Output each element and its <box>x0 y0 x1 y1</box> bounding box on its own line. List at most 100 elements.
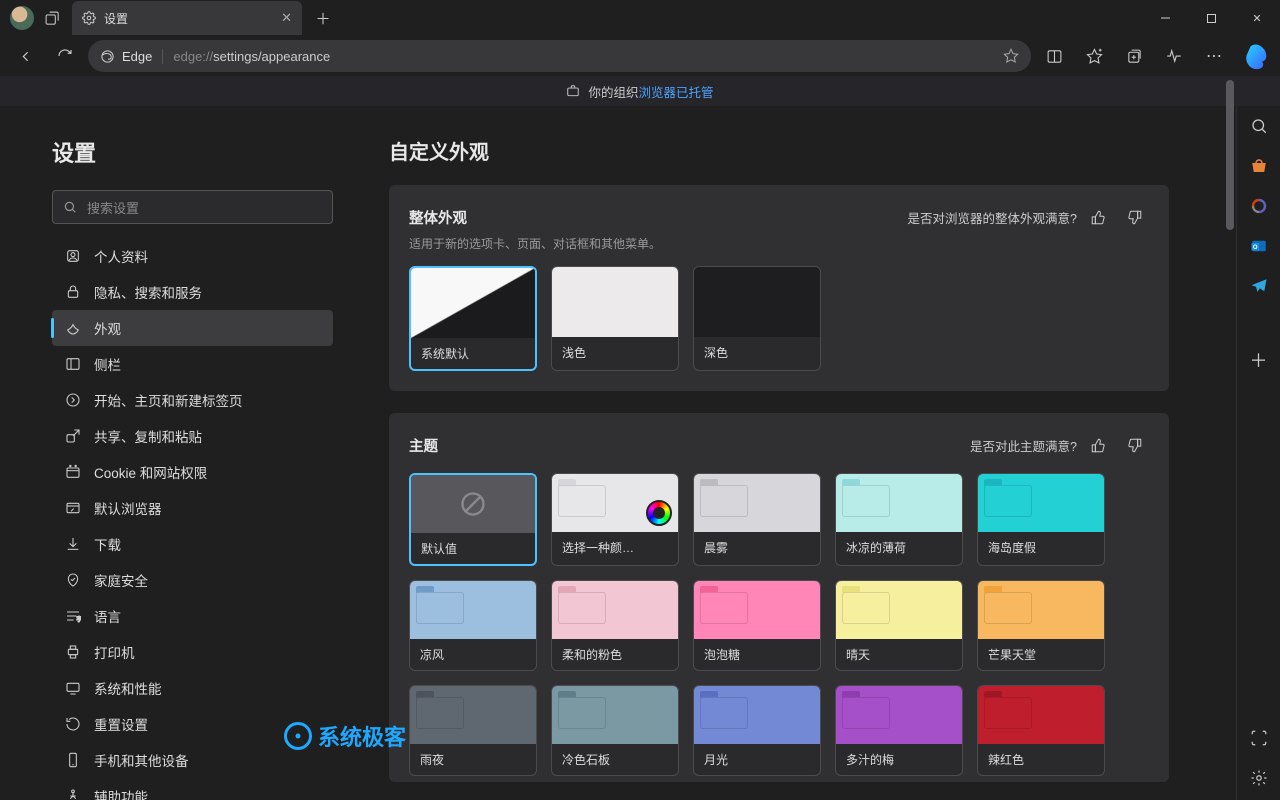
sidebar-title: 设置 <box>52 136 333 168</box>
rail-settings-icon[interactable] <box>1247 766 1271 790</box>
theme-option[interactable]: 多汁的梅 <box>835 685 963 776</box>
theme-option[interactable]: 凉风 <box>409 580 537 671</box>
theme-option[interactable]: 晴天 <box>835 580 963 671</box>
shopping-icon[interactable] <box>1247 154 1271 178</box>
themes-panel: 主题 是否对此主题满意? 默认值选择一种颜…晨雾冰凉的薄荷海岛度假 凉风柔和的粉… <box>389 413 1169 782</box>
search-icon <box>63 200 77 214</box>
favorite-star-icon[interactable] <box>1003 48 1019 64</box>
nav-icon <box>64 499 82 517</box>
nav-icon <box>64 391 82 409</box>
theme-option[interactable]: 默认值 <box>409 473 537 566</box>
profile-avatar[interactable] <box>10 6 34 30</box>
outlook-icon[interactable]: O <box>1247 234 1271 258</box>
tab-close-icon[interactable]: ✕ <box>281 10 292 26</box>
page-title: 自定义外观 <box>389 136 1169 165</box>
minimize-button[interactable] <box>1142 0 1188 36</box>
nav-icon: 字 <box>64 607 82 625</box>
nav-item-11[interactable]: 打印机 <box>52 634 333 670</box>
nav-item-9[interactable]: 家庭安全 <box>52 562 333 598</box>
theme-option[interactable]: 海岛度假 <box>977 473 1105 566</box>
nav-item-8[interactable]: 下载 <box>52 526 333 562</box>
nav-item-6[interactable]: Cookie 和网站权限 <box>52 454 333 490</box>
theme-option[interactable]: 芒果天堂 <box>977 580 1105 671</box>
managed-notice: 你的组织浏览器已托管 <box>0 76 1280 106</box>
nav-item-12[interactable]: 系统和性能 <box>52 670 333 706</box>
theme-option[interactable]: 柔和的粉色 <box>551 580 679 671</box>
new-tab-button[interactable]: ＋ <box>308 3 338 33</box>
thumbs-up-button[interactable] <box>1083 203 1113 231</box>
telegram-icon[interactable] <box>1247 274 1271 298</box>
thumbs-up-button[interactable] <box>1083 431 1113 459</box>
appearance-option[interactable]: 深色 <box>693 266 821 371</box>
theme-option[interactable]: 选择一种颜… <box>551 473 679 566</box>
add-rail-button[interactable]: ＋ <box>1247 348 1271 372</box>
overall-appearance-panel: 整体外观 是否对浏览器的整体外观满意? 适用于新的选项卡、页面、对话框和其他菜单… <box>389 185 1169 391</box>
appearance-option[interactable]: 浅色 <box>551 266 679 371</box>
nav-icon <box>64 355 82 373</box>
office-icon[interactable] <box>1247 194 1271 218</box>
theme-option[interactable]: 泡泡糖 <box>693 580 821 671</box>
nav-icon <box>64 715 82 733</box>
nav-item-3[interactable]: 侧栏 <box>52 346 333 382</box>
thumbs-down-button[interactable] <box>1119 431 1149 459</box>
window-controls: ✕ <box>1142 0 1280 36</box>
briefcase-icon <box>566 84 580 98</box>
collections-icon[interactable] <box>1117 40 1151 72</box>
tab-title: 设置 <box>104 10 128 27</box>
nav-icon <box>64 319 82 337</box>
nav-item-4[interactable]: 开始、主页和新建标签页 <box>52 382 333 418</box>
nav-icon <box>64 643 82 661</box>
search-input[interactable]: 搜索设置 <box>52 190 333 224</box>
address-brand: Edge <box>122 49 152 64</box>
nav-item-5[interactable]: 共享、复制和粘贴 <box>52 418 333 454</box>
theme-option[interactable]: 冷色石板 <box>551 685 679 776</box>
nav-icon <box>64 571 82 589</box>
screenshot-icon[interactable] <box>1247 726 1271 750</box>
color-picker-icon[interactable] <box>646 500 672 526</box>
settings-sidebar: 设置 搜索设置 个人资料隐私、搜索和服务外观侧栏开始、主页和新建标签页共享、复制… <box>0 106 353 800</box>
nav-icon <box>64 787 82 800</box>
thumbs-down-button[interactable] <box>1119 203 1149 231</box>
settings-main: 自定义外观 整体外观 是否对浏览器的整体外观满意? 适用于新的选项卡、页面、对话… <box>353 106 1236 800</box>
gear-icon <box>82 11 96 25</box>
nav-icon <box>64 283 82 301</box>
copilot-icon[interactable] <box>1242 41 1272 71</box>
nav-item-10[interactable]: 字语言 <box>52 598 333 634</box>
refresh-button[interactable] <box>48 40 82 72</box>
managed-link[interactable]: 浏览器已托管 <box>639 86 714 100</box>
back-button[interactable] <box>8 40 42 72</box>
right-rail: O ＋ <box>1236 106 1280 800</box>
search-icon[interactable] <box>1247 114 1271 138</box>
nav-item-7[interactable]: 默认浏览器 <box>52 490 333 526</box>
theme-option[interactable]: 雨夜 <box>409 685 537 776</box>
svg-text:O: O <box>1252 245 1257 251</box>
theme-option[interactable]: 冰凉的薄荷 <box>835 473 963 566</box>
favorites-icon[interactable] <box>1077 40 1111 72</box>
theme-option[interactable]: 晨雾 <box>693 473 821 566</box>
appearance-option[interactable]: 系统默认 <box>409 266 537 371</box>
split-screen-icon[interactable] <box>1037 40 1071 72</box>
performance-icon[interactable] <box>1157 40 1191 72</box>
browser-tab-settings[interactable]: 设置 ✕ <box>72 1 302 35</box>
nav-icon <box>64 247 82 265</box>
nav-icon <box>64 751 82 769</box>
address-bar[interactable]: Edge edge://settings/appearance <box>88 40 1031 72</box>
nav-item-2[interactable]: 外观 <box>52 310 333 346</box>
toolbar: Edge edge://settings/appearance ⋯ <box>0 36 1280 76</box>
nav-icon <box>64 679 82 697</box>
nav-item-15[interactable]: 辅助功能 <box>52 778 333 800</box>
nav-icon <box>64 427 82 445</box>
watermark: 系统极客 <box>284 720 406 752</box>
theme-option[interactable]: 月光 <box>693 685 821 776</box>
maximize-button[interactable] <box>1188 0 1234 36</box>
close-window-button[interactable]: ✕ <box>1234 0 1280 36</box>
theme-option[interactable]: 辣红色 <box>977 685 1105 776</box>
nav-item-0[interactable]: 个人资料 <box>52 238 333 274</box>
svg-text:字: 字 <box>76 615 81 623</box>
nav-icon <box>64 463 82 481</box>
edge-logo-icon <box>100 49 115 64</box>
more-menu-button[interactable]: ⋯ <box>1197 40 1231 72</box>
workspaces-icon[interactable] <box>42 8 62 28</box>
nav-item-1[interactable]: 隐私、搜索和服务 <box>52 274 333 310</box>
nav-icon <box>64 535 82 553</box>
